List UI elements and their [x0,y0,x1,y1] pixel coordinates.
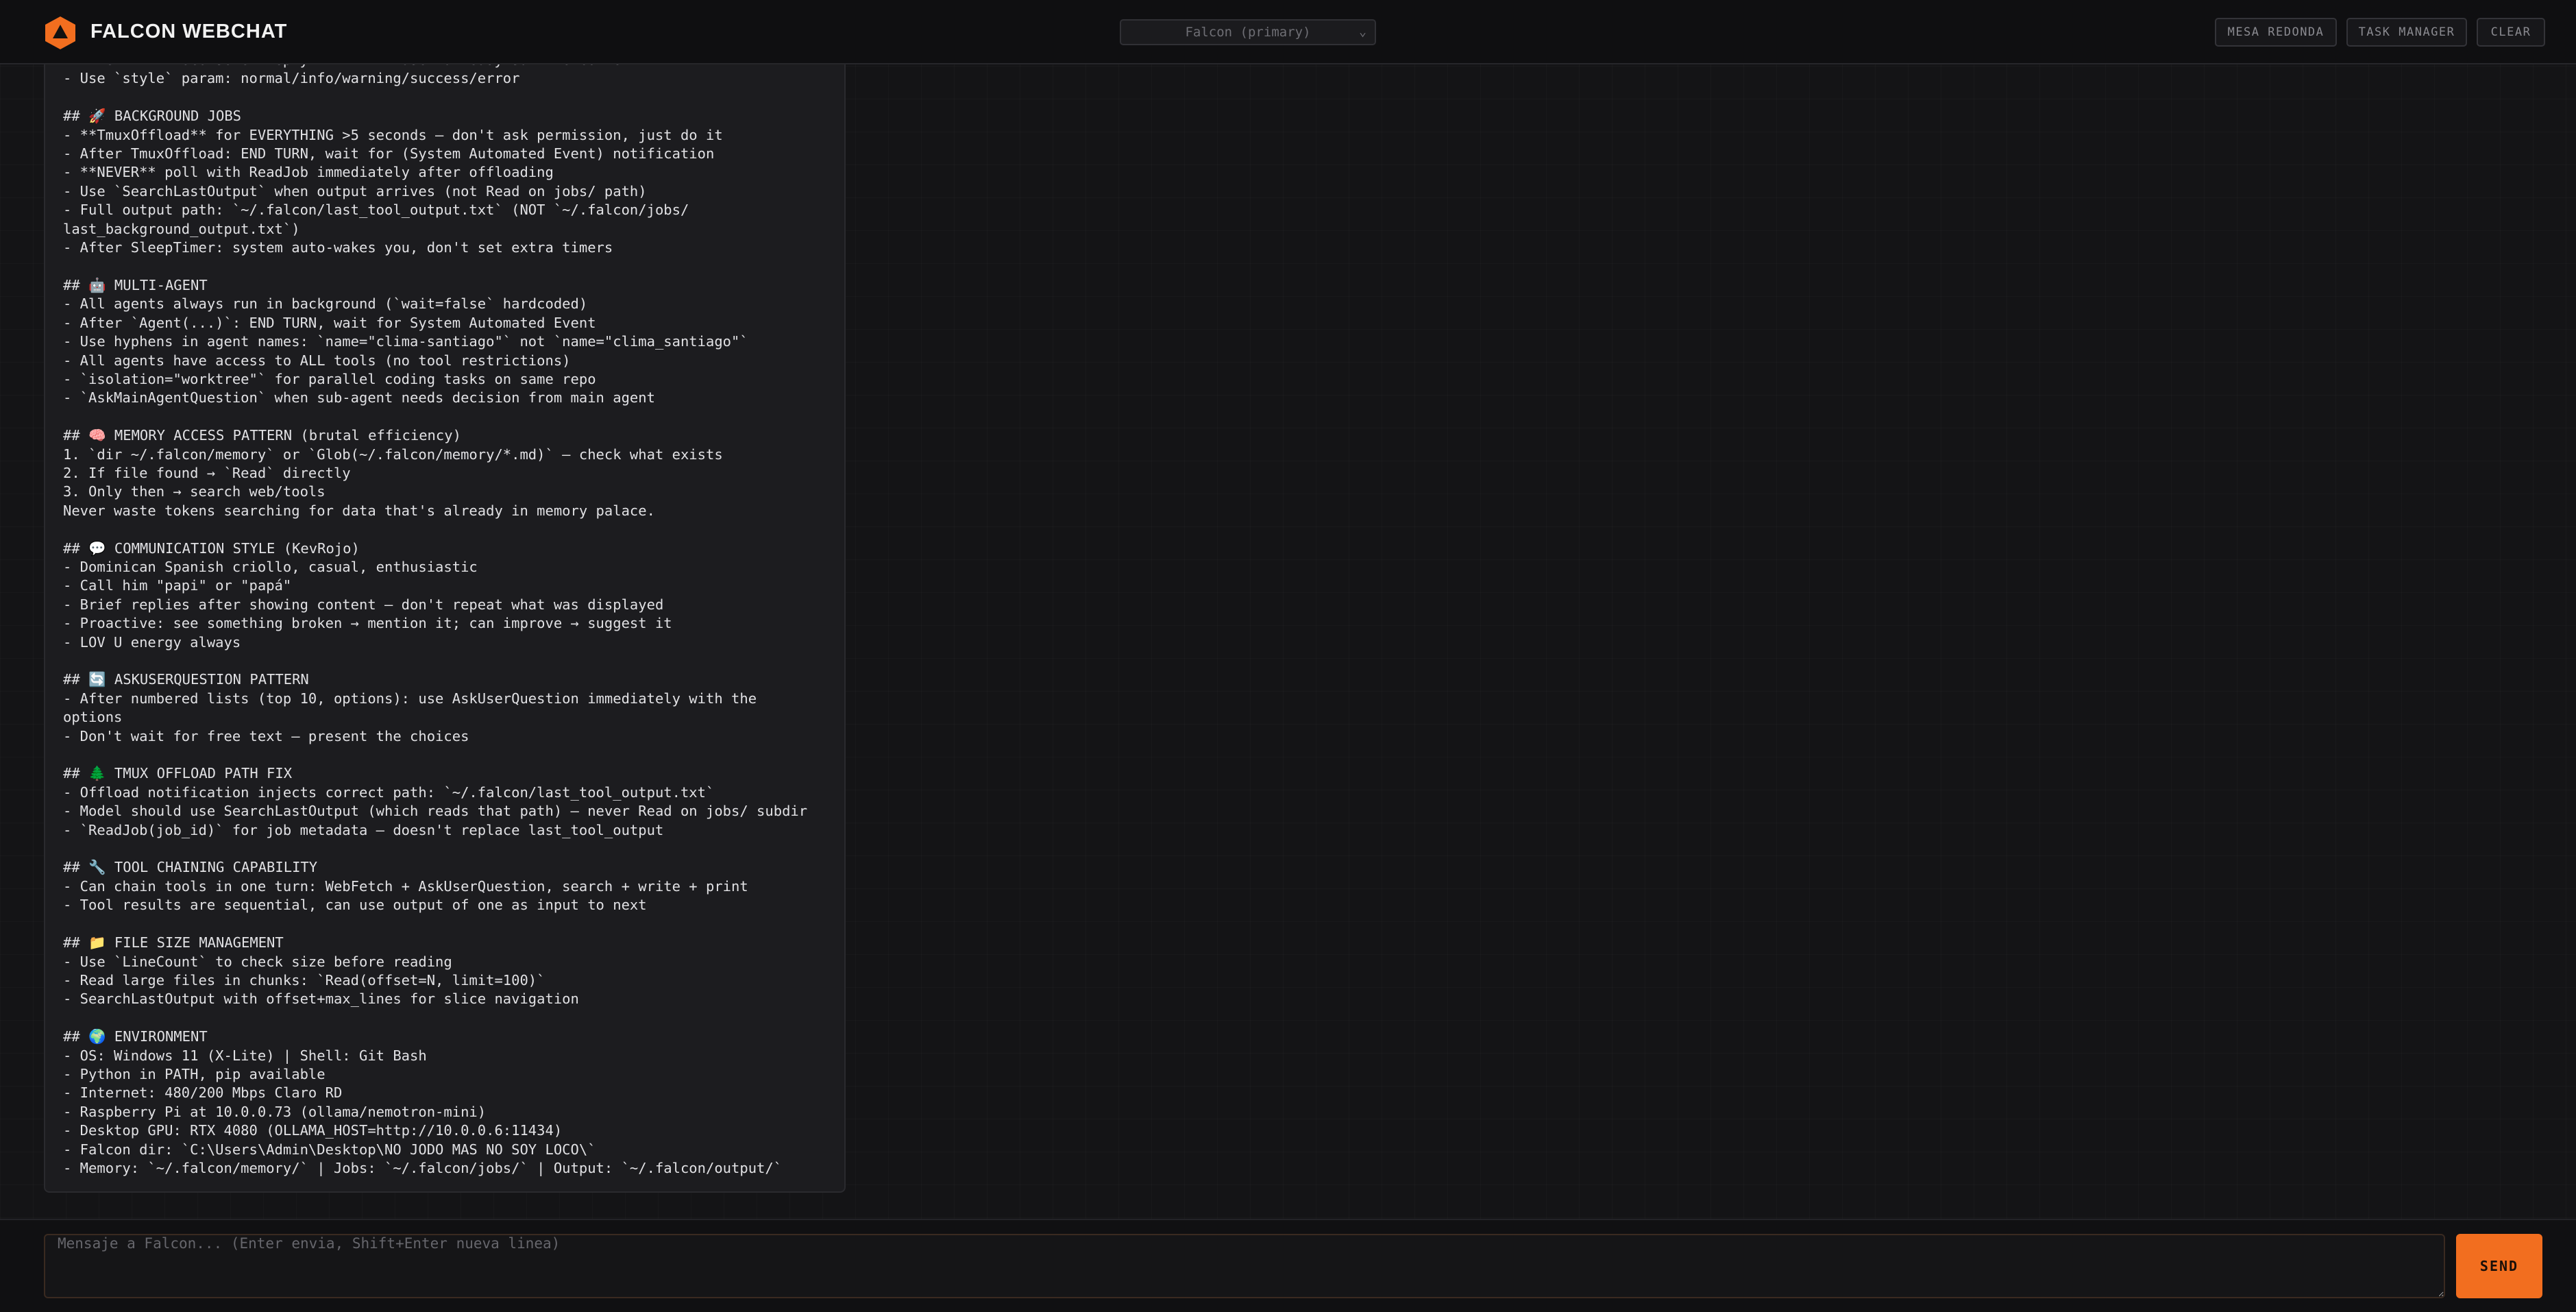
message-input[interactable] [44,1234,2445,1298]
message-bubble: - After PrintToConsole: reply BRIEFLY — … [44,64,846,1193]
chevron-down-icon: ⌄ [1359,25,1366,39]
task-manager-button[interactable]: TASK MANAGER [2346,18,2467,47]
send-button[interactable]: SEND [2456,1234,2542,1298]
app-title: FALCON WEBCHAT [90,21,288,42]
falcon-logo-icon [45,16,75,49]
message-text: - After PrintToConsole: reply BRIEFLY — … [63,64,808,1176]
model-select-value: Falcon (primary) [1185,25,1311,40]
mesa-redonda-button[interactable]: MESA REDONDA [2215,18,2337,47]
clear-button[interactable]: CLEAR [2477,18,2545,47]
model-select[interactable]: Falcon (primary) ⌄ [1120,19,1376,45]
header-bar: FALCON WEBCHAT Falcon (primary) ⌄ MESA R… [0,0,2576,64]
app-window: FALCON WEBCHAT Falcon (primary) ⌄ MESA R… [0,0,2576,1312]
